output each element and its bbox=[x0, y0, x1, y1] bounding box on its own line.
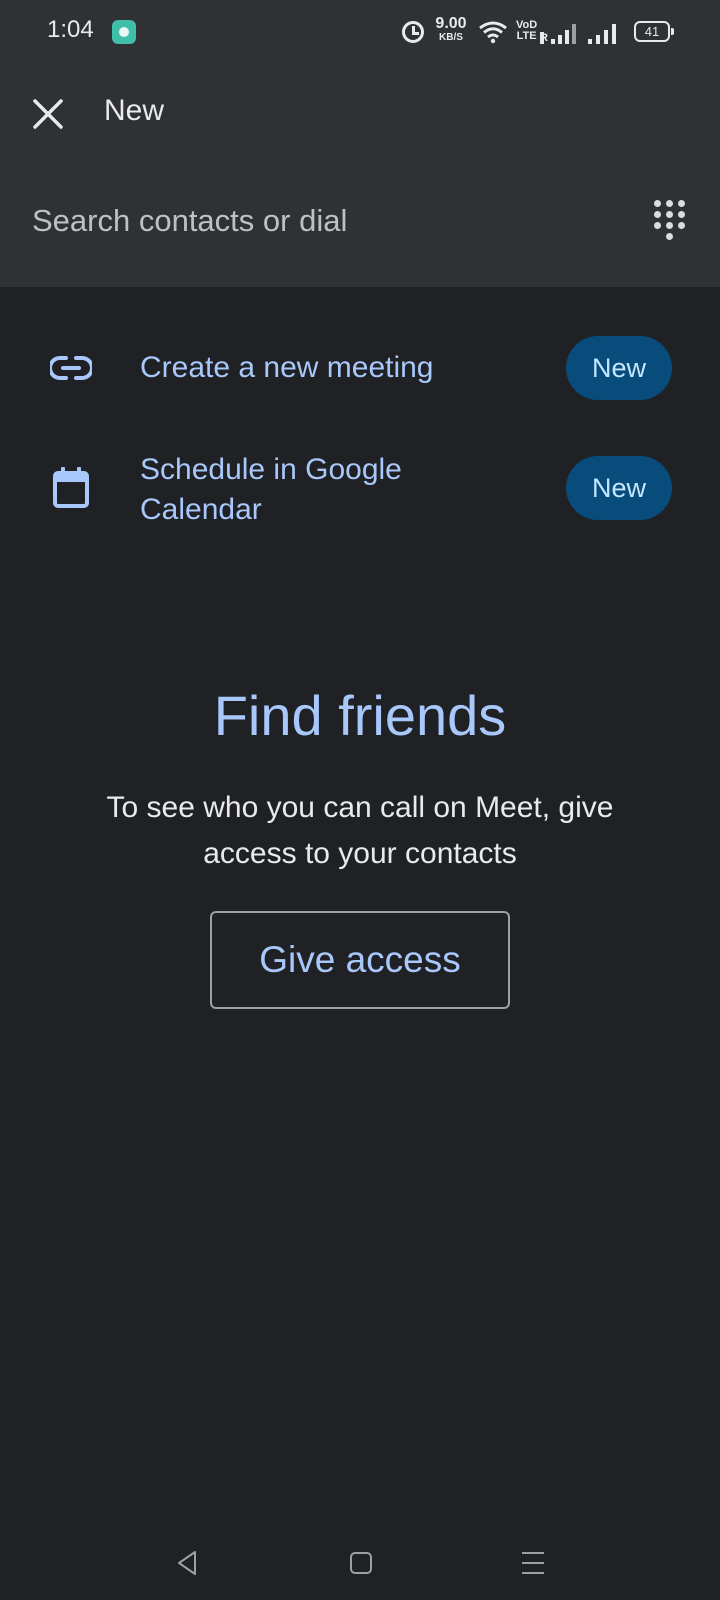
signal-sim2-icon bbox=[588, 22, 624, 44]
status-bar: 1:04 9.00 KB/S VoD LTE R 41 bbox=[0, 0, 720, 62]
find-friends-title: Find friends bbox=[213, 684, 507, 747]
home-icon[interactable] bbox=[348, 1548, 374, 1578]
network-speed-value: 9.00 bbox=[435, 15, 467, 32]
wifi-icon bbox=[479, 21, 507, 44]
top-bar: 1:04 9.00 KB/S VoD LTE R 41 New Search c… bbox=[0, 0, 720, 287]
create-meeting-new-badge[interactable]: New bbox=[566, 336, 672, 400]
close-icon bbox=[33, 99, 63, 129]
signal-sim1-icon: R bbox=[540, 22, 576, 44]
back-icon[interactable] bbox=[174, 1548, 200, 1578]
network-speed-unit: KB/S bbox=[439, 32, 463, 43]
roaming-indicator: R bbox=[540, 32, 548, 44]
status-time: 1:04 bbox=[47, 16, 94, 43]
dialpad-button[interactable] bbox=[650, 200, 690, 248]
give-access-button[interactable]: Give access bbox=[210, 911, 510, 1009]
schedule-calendar-row[interactable]: Schedule in Google Calendar New bbox=[0, 448, 720, 532]
create-meeting-row[interactable]: Create a new meeting New bbox=[0, 330, 720, 406]
schedule-calendar-label: Schedule in Google Calendar bbox=[140, 453, 402, 526]
create-meeting-label: Create a new meeting bbox=[140, 351, 434, 384]
recents-icon[interactable] bbox=[520, 1548, 546, 1578]
link-icon bbox=[50, 356, 92, 380]
find-friends-description: To see who you can call on Meet, give ac… bbox=[106, 791, 614, 870]
system-nav-bar bbox=[0, 1530, 720, 1600]
calendar-icon bbox=[53, 467, 89, 508]
schedule-calendar-new-badge[interactable]: New bbox=[566, 456, 672, 520]
page-title: New bbox=[104, 94, 165, 127]
search-placeholder: Search contacts or dial bbox=[32, 203, 348, 238]
network-speed: 9.00 KB/S bbox=[433, 16, 469, 43]
volte-indicator: VoD LTE bbox=[516, 20, 537, 42]
close-button[interactable] bbox=[26, 92, 70, 136]
battery-icon: 41 bbox=[634, 21, 674, 42]
alarm-icon bbox=[402, 21, 424, 43]
search-input[interactable]: Search contacts or dial bbox=[0, 185, 720, 260]
volte-bottom-text: LTE bbox=[516, 30, 537, 42]
notification-app-icon bbox=[112, 20, 136, 44]
